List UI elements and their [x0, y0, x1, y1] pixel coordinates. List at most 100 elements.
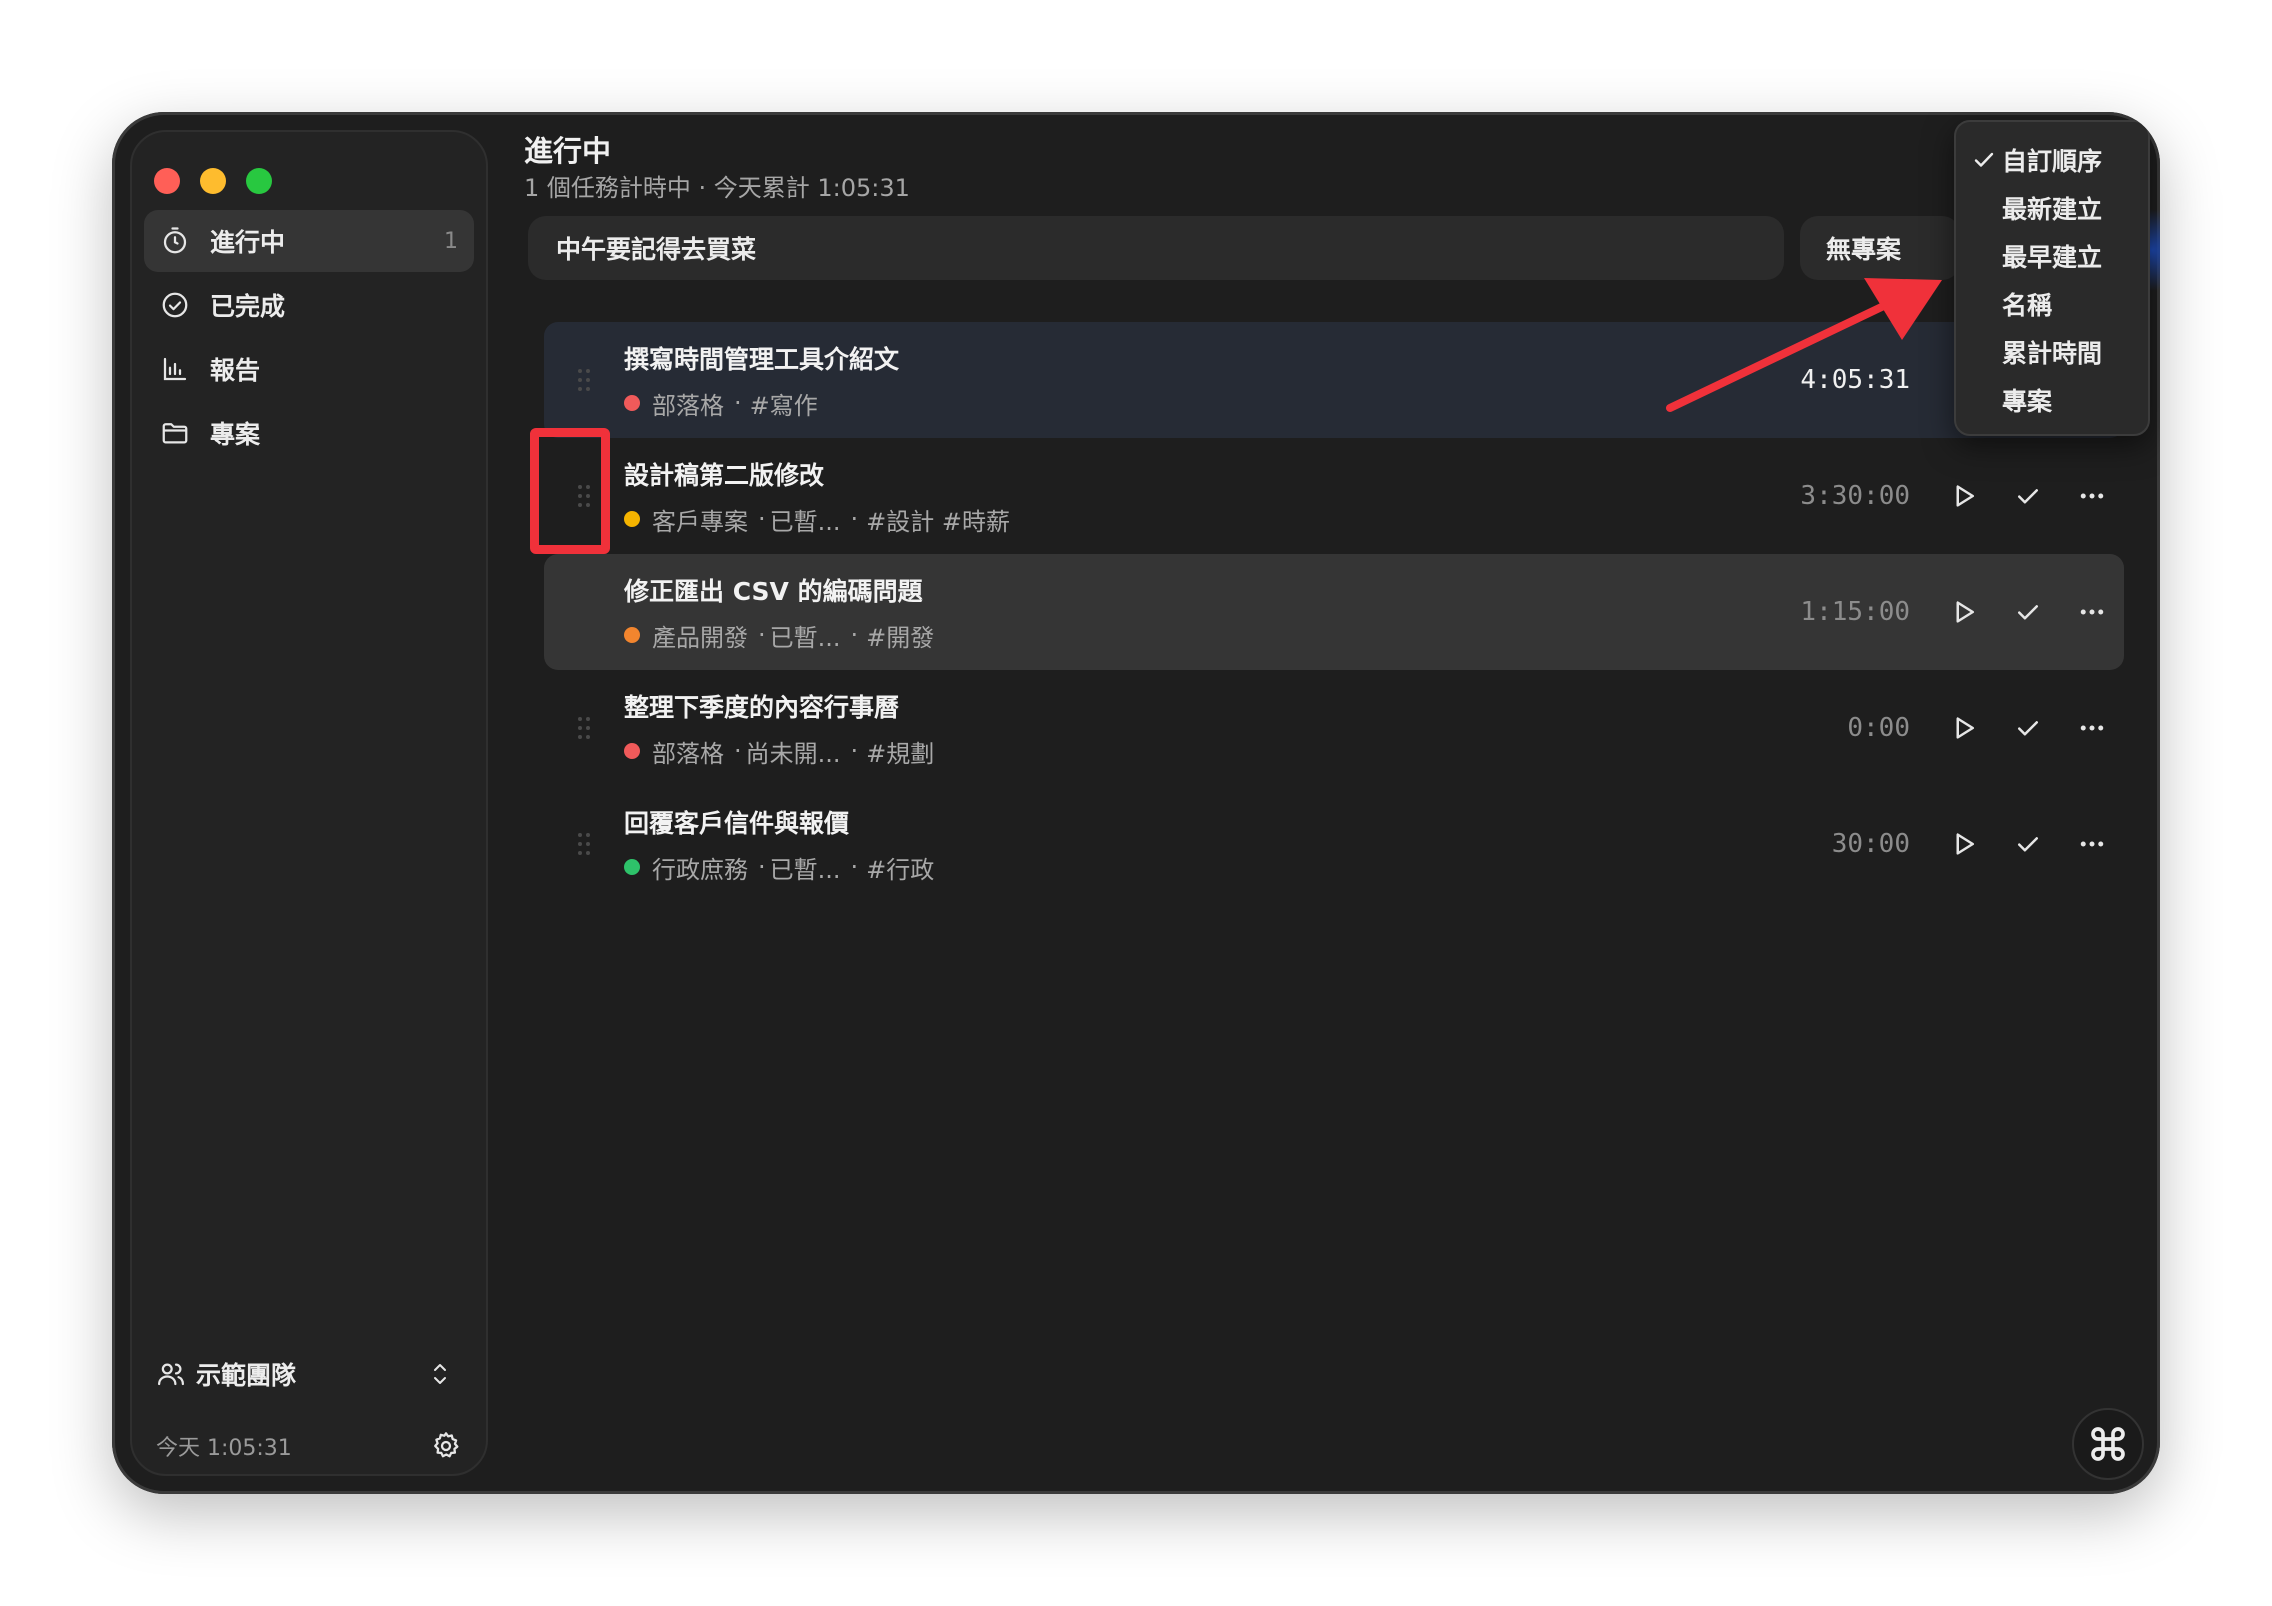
team-switcher[interactable]: 示範團隊: [156, 1354, 462, 1394]
grip-dots-icon: [578, 369, 590, 391]
checkmark-icon: [2018, 721, 2038, 736]
play-button[interactable]: [1932, 812, 1996, 876]
task-meta: 客戶專案 · 已暫... · #設計 #時薪: [624, 502, 1710, 537]
drag-handle[interactable]: [544, 786, 624, 902]
task-project: 部落格: [652, 739, 724, 768]
sort-option-label: 累計時間: [2002, 339, 2103, 368]
sort-menu: 自訂順序 最新建立 最早建立 名稱 累計時間 專案: [1954, 120, 2150, 436]
complete-button[interactable]: [1996, 464, 2060, 528]
task-row[interactable]: 撰寫時間管理工具介紹文 部落格 · #寫作 4:05:31: [544, 322, 2124, 438]
more-dots-icon: [2080, 841, 2104, 847]
play-button[interactable]: [1932, 464, 1996, 528]
task-tags: #規劃: [866, 739, 935, 768]
task-status: 已暫...: [769, 507, 841, 536]
more-dots-icon: [2080, 609, 2104, 615]
project-color-dot: [624, 627, 640, 643]
project-color-dot: [624, 743, 640, 759]
task-meta: 部落格 · #寫作: [624, 386, 1710, 421]
drag-handle[interactable]: [544, 670, 624, 786]
window-controls: [154, 168, 272, 194]
project-color-dot: [624, 859, 640, 875]
sidebar-nav: 進行中 1 已完成 報告 專案: [144, 210, 474, 466]
more-button[interactable]: [2060, 580, 2124, 644]
sidebar-item-projects[interactable]: 專案: [144, 402, 474, 464]
sort-option-custom[interactable]: 自訂順序: [1956, 136, 2148, 184]
task-row[interactable]: 整理下季度的內容行事曆 部落格 · 尚未開... · #規劃 0:00: [544, 670, 2124, 786]
task-row[interactable]: 設計稿第二版修改 客戶專案 · 已暫... · #設計 #時薪 3:30:00: [544, 438, 2124, 554]
task-time: 30:00: [1831, 829, 1910, 859]
more-dots-icon: [2080, 493, 2104, 499]
task-status: 已暫...: [769, 855, 841, 884]
page-title: 進行中: [524, 134, 612, 168]
drag-handle[interactable]: [544, 554, 624, 670]
task-meta: 產品開發 · 已暫... · #開發: [624, 618, 1710, 653]
task-name: 撰寫時間管理工具介紹文: [624, 344, 900, 374]
new-task-input[interactable]: 中午要記得去買菜: [528, 216, 1784, 280]
task-name: 設計稿第二版修改: [624, 460, 825, 490]
more-button[interactable]: [2060, 812, 2124, 876]
close-window-button[interactable]: [154, 168, 180, 194]
task-row[interactable]: 回覆客戶信件與報價 行政庶務 · 已暫... · #行政 30:00: [544, 786, 2124, 902]
checkmark-icon: [1974, 152, 1994, 167]
chevron-up-down-icon: [434, 1364, 446, 1384]
complete-button[interactable]: [1996, 696, 2060, 760]
task-time: 4:05:31: [1800, 365, 1910, 395]
page-subtitle: 1 個任務計時中 · 今天累計 1:05:31: [524, 174, 910, 202]
task-time: 1:15:00: [1800, 597, 1910, 627]
sort-option-project[interactable]: 專案: [1956, 376, 2148, 424]
task-list: 撰寫時間管理工具介紹文 部落格 · #寫作 4:05:31 設計稿第二版修改 客…: [544, 322, 2124, 902]
count-badge: 1: [444, 228, 458, 254]
checkmark-icon: [2018, 489, 2038, 504]
checkmark-icon: [2018, 837, 2038, 852]
more-button[interactable]: [2060, 464, 2124, 528]
task-project: 產品開發: [652, 623, 748, 652]
sort-option-name[interactable]: 名稱: [1956, 280, 2148, 328]
task-tags: #寫作: [749, 391, 818, 420]
users-icon: [158, 1363, 184, 1386]
play-button[interactable]: [1932, 696, 1996, 760]
sidebar-item-in-progress[interactable]: 進行中 1: [144, 210, 474, 272]
annotation-highlight-box: [530, 428, 610, 554]
complete-button[interactable]: [1996, 580, 2060, 644]
team-name: 示範團隊: [196, 1361, 297, 1390]
task-time: 0:00: [1847, 713, 1910, 743]
project-select[interactable]: 無專案: [1800, 216, 1960, 280]
play-button[interactable]: [1932, 580, 1996, 644]
sort-option-newest[interactable]: 最新建立: [1956, 184, 2148, 232]
sort-option-oldest[interactable]: 最早建立: [1956, 232, 2148, 280]
task-name: 修正匯出 CSV 的編碼問題: [624, 576, 923, 606]
sort-option-total-time[interactable]: 累計時間: [1956, 328, 2148, 376]
grip-dots-icon: [578, 833, 590, 855]
play-icon: [1956, 717, 1974, 739]
checkmark-icon: [2018, 605, 2038, 620]
task-meta: 部落格 · 尚未開... · #規劃: [624, 734, 1710, 769]
sidebar-item-completed[interactable]: 已完成: [144, 274, 474, 336]
complete-button[interactable]: [1996, 812, 2060, 876]
play-icon: [1956, 485, 1974, 507]
check-circle-icon: [158, 288, 192, 322]
today-total-text: 今天 1:05:31: [156, 1436, 292, 1461]
gear-icon[interactable]: [430, 1430, 462, 1462]
command-button[interactable]: [2072, 1408, 2144, 1480]
task-meta: 行政庶務 · 已暫... · #行政: [624, 850, 1710, 885]
sidebar-item-reports[interactable]: 報告: [144, 338, 474, 400]
project-color-dot: [624, 395, 640, 411]
task-name: 回覆客戶信件與報價: [624, 808, 850, 838]
command-icon: [2091, 1427, 2125, 1461]
sidebar: 進行中 1 已完成 報告 專案 示範團隊 今天 1:05:31: [130, 130, 488, 1476]
drag-handle[interactable]: [544, 322, 624, 438]
bar-chart-icon: [158, 352, 192, 386]
more-button[interactable]: [2060, 696, 2124, 760]
folder-icon: [158, 416, 192, 450]
play-icon: [1956, 601, 1974, 623]
minimize-window-button[interactable]: [200, 168, 226, 194]
today-total: 今天 1:05:31: [156, 1428, 462, 1464]
sort-option-label: 自訂順序: [2002, 147, 2103, 176]
task-row[interactable]: 修正匯出 CSV 的編碼問題 產品開發 · 已暫... · #開發 1:15:0…: [544, 554, 2124, 670]
task-time: 3:30:00: [1800, 481, 1910, 511]
maximize-window-button[interactable]: [246, 168, 272, 194]
task-tags: #設計 #時薪: [866, 507, 1011, 536]
sort-option-label: 最早建立: [2002, 243, 2103, 272]
task-tags: #開發: [866, 623, 935, 652]
more-dots-icon: [2080, 725, 2104, 731]
